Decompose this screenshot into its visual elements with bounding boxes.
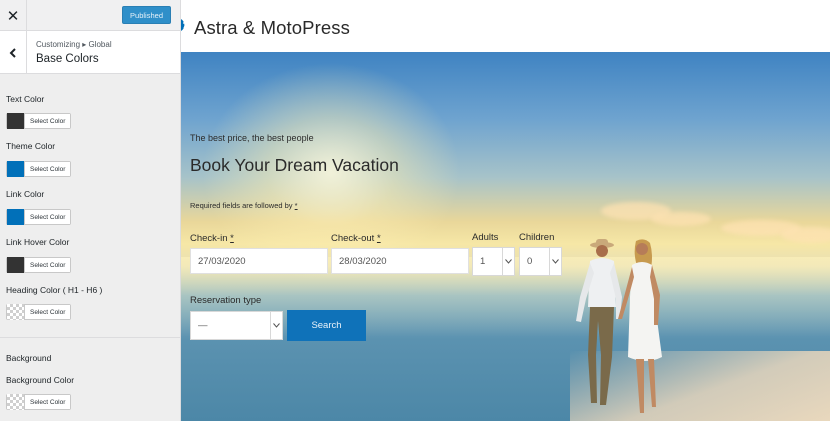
adults-value: 1 [480, 256, 486, 267]
background-color-swatch [7, 394, 25, 410]
site-preview: Astra & MotoPress The best price, the be… [181, 0, 830, 421]
checkout-date-input[interactable]: 28/03/2020 [331, 248, 469, 274]
link-color-picker[interactable]: Select Color [6, 209, 72, 225]
select-color-button[interactable]: Select Color [25, 395, 71, 409]
required-fields-note: Required fields are followed by * [190, 201, 298, 210]
chevron-down-icon [502, 248, 514, 275]
theme-color-swatch [7, 161, 25, 177]
heading-color-swatch [7, 304, 25, 320]
text-color-label: Text Color [6, 94, 45, 104]
background-color-label: Background Color [6, 375, 75, 385]
heading-color-picker[interactable]: Select Color [6, 304, 72, 320]
link-color-label: Link Color [6, 189, 45, 199]
link-color-swatch [7, 209, 25, 225]
select-color-button[interactable]: Select Color [25, 258, 71, 272]
reservation-type-value: — [198, 320, 208, 331]
section-title: Base Colors [36, 53, 99, 65]
required-star: * [294, 201, 298, 210]
customizer-topbar: ✕ Published [0, 0, 180, 31]
reservation-type-label: Reservation type [190, 295, 262, 306]
children-select[interactable]: 0 [519, 247, 562, 276]
required-star: * [376, 233, 381, 244]
required-note-text: Required fields are followed by [190, 201, 295, 210]
site-header: Astra & MotoPress [181, 0, 830, 52]
checkin-label-text: Check-in [190, 233, 231, 244]
adults-select[interactable]: 1 [472, 247, 515, 276]
select-color-button[interactable]: Select Color [25, 305, 71, 319]
text-color-swatch [7, 113, 25, 129]
children-label: Children [519, 232, 555, 243]
select-color-button[interactable]: Select Color [25, 210, 71, 224]
theme-color-label: Theme Color [6, 141, 56, 151]
back-button[interactable] [0, 31, 27, 74]
text-color-picker[interactable]: Select Color [6, 113, 72, 129]
checkin-label: Check-in * [190, 233, 234, 244]
adults-label: Adults [472, 232, 499, 243]
link-hover-color-picker[interactable]: Select Color [6, 257, 72, 273]
required-star: * [230, 233, 234, 244]
hero-title: Book Your Dream Vacation [190, 155, 399, 175]
select-color-button[interactable]: Select Color [25, 114, 71, 128]
published-button[interactable]: Published [122, 6, 171, 24]
chevron-down-icon [270, 312, 282, 339]
search-button[interactable]: Search [287, 310, 366, 341]
chevron-left-icon [9, 47, 16, 58]
theme-color-picker[interactable]: Select Color [6, 161, 72, 177]
customizer-sidebar: ✕ Published Customizing ▸ Global Base Co… [0, 0, 181, 421]
hero-section: The best price, the best people Book You… [181, 52, 830, 421]
heading-color-label: Heading Color ( H1 - H6 ) [6, 285, 103, 295]
section-divider [0, 337, 180, 338]
checkout-label: Check-out * [331, 233, 381, 244]
hero-tagline: The best price, the best people [190, 133, 314, 143]
site-title[interactable]: Astra & MotoPress [194, 17, 350, 39]
chevron-down-icon [549, 248, 561, 275]
breadcrumb: Customizing ▸ Global [36, 40, 112, 49]
site-logo-icon [181, 19, 189, 31]
close-icon: ✕ [6, 6, 20, 25]
reservation-type-select[interactable]: — [190, 311, 283, 340]
cloud [781, 227, 830, 243]
background-color-picker[interactable]: Select Color [6, 394, 72, 410]
link-hover-color-label: Link Hover Color [6, 237, 70, 247]
couple-walking-illustration [576, 239, 662, 413]
cloud [651, 212, 711, 226]
background-heading: Background [6, 353, 52, 363]
section-header: Customizing ▸ Global Base Colors [0, 31, 180, 74]
link-hover-color-swatch [7, 257, 25, 273]
select-color-button[interactable]: Select Color [25, 162, 71, 176]
children-value: 0 [527, 256, 533, 267]
checkin-date-input[interactable]: 27/03/2020 [190, 248, 328, 274]
close-customizer-button[interactable]: ✕ [0, 0, 27, 31]
checkout-label-text: Check-out [331, 233, 377, 244]
